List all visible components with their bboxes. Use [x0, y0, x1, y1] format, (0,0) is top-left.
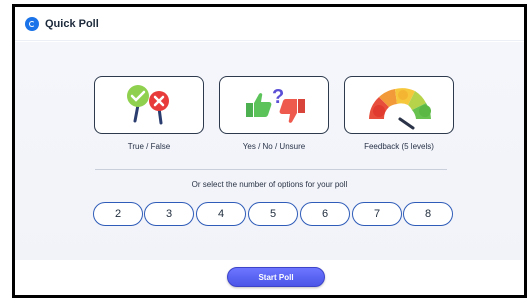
option-count-6-button[interactable]: 6	[300, 202, 350, 226]
start-poll-button[interactable]: Start Poll	[227, 267, 325, 287]
poll-type-label: Feedback (5 levels)	[364, 142, 434, 151]
feedback-gauge-icon	[369, 88, 431, 130]
poll-content: True / False ? Yes / No / Unsure Feedbac…	[15, 42, 524, 266]
options-prompt: Or select the number of options for your…	[191, 180, 348, 189]
poll-type-card[interactable]	[94, 76, 204, 134]
window-title: Quick Poll	[45, 17, 99, 30]
poll-type-feedback[interactable]: Feedback (5 levels)	[343, 76, 455, 151]
check-cross-icon	[127, 85, 169, 125]
poll-type-card[interactable]: ?	[219, 76, 329, 134]
section-divider	[95, 169, 447, 170]
poll-type-yes-no-unsure[interactable]: ? Yes / No / Unsure	[218, 76, 330, 151]
option-count-2-button[interactable]: 2	[93, 202, 143, 226]
poll-type-card[interactable]	[344, 76, 454, 134]
footer-bar: Start Poll	[15, 260, 524, 295]
option-count-4-button[interactable]: 4	[196, 202, 246, 226]
poll-type-row: True / False ? Yes / No / Unsure Feedbac…	[93, 76, 463, 156]
option-count-3-button[interactable]: 3	[144, 202, 194, 226]
option-count-row: 2 3 4 5 6 7 8	[93, 202, 457, 228]
option-count-7-button[interactable]: 7	[352, 202, 402, 226]
title-bar: Quick Poll	[15, 7, 524, 41]
thumbs-question-icon: ?	[246, 86, 305, 123]
poll-type-true-false[interactable]: True / False	[93, 76, 205, 151]
quick-poll-window: Quick Poll True / False ? Yes / No / Uns…	[12, 4, 527, 298]
poll-type-label: True / False	[127, 142, 171, 151]
poll-type-label: Yes / No / Unsure	[242, 142, 306, 151]
option-count-5-button[interactable]: 5	[248, 202, 298, 226]
option-count-8-button[interactable]: 8	[403, 202, 453, 226]
quickpoll-logo-icon	[25, 16, 39, 31]
